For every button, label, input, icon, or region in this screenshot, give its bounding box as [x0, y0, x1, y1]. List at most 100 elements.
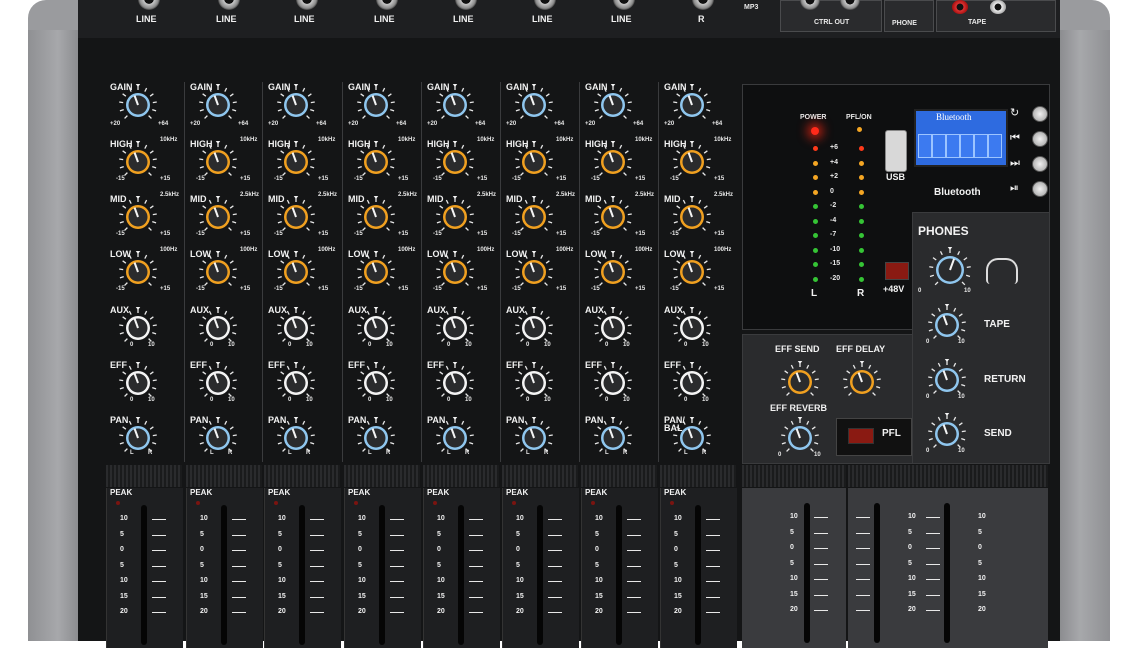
meter-led-right — [859, 189, 864, 195]
usb-label: USB — [886, 172, 906, 182]
fader-scale-tick — [627, 565, 641, 567]
input-jack[interactable] — [218, 0, 240, 10]
fader-scale-tick — [548, 581, 562, 582]
channel-separator — [421, 82, 422, 462]
meter-level-label: +2 — [830, 173, 838, 180]
channel-fader-slot[interactable] — [379, 505, 385, 645]
input-jack[interactable] — [138, 0, 160, 10]
channel-fader-slot[interactable] — [537, 505, 543, 645]
fader-scale-tick — [390, 581, 404, 582]
fader-scale-number: 5 — [437, 561, 441, 569]
bluetooth-previous-button[interactable] — [1032, 131, 1048, 147]
fader-scale-number: 20 — [437, 608, 445, 615]
meter-level-label: -7 — [830, 231, 837, 238]
pan-knob[interactable] — [671, 417, 713, 459]
high-freq-label: 10kHz — [240, 137, 258, 143]
fader-scale-number: 10 — [674, 515, 682, 522]
input-jack[interactable] — [455, 0, 477, 10]
eq-min-label: -15 — [196, 176, 205, 182]
pan-knob[interactable] — [355, 417, 397, 459]
eff-send-knob[interactable] — [779, 361, 821, 403]
meter-led-left — [813, 233, 818, 238]
gain-knob[interactable] — [117, 84, 159, 126]
gain-knob[interactable] — [592, 84, 634, 126]
channel-fader-slot[interactable] — [299, 505, 305, 645]
gain-knob[interactable] — [355, 84, 397, 126]
channel-fader-slot[interactable] — [141, 505, 147, 645]
pan-knob[interactable] — [592, 417, 634, 459]
high-freq-label: 10kHz — [398, 137, 416, 143]
fader-scale-number: 20 — [120, 608, 128, 615]
fader-scale-tick — [310, 581, 324, 582]
channel-fader-slot[interactable] — [221, 505, 227, 645]
input-jack[interactable] — [613, 0, 635, 10]
fader-scale-number: 10 — [200, 577, 208, 584]
fader-scale-number: 15 — [437, 592, 445, 600]
fader-scale-number: 5 — [120, 530, 124, 538]
master-scale-number: 10 — [908, 575, 916, 582]
eff-delay-knob[interactable] — [841, 361, 883, 403]
eq-min-label: -15 — [274, 231, 283, 237]
phones-knob[interactable] — [927, 247, 973, 293]
meter-right-label: R — [857, 288, 865, 299]
eq-min-label: -15 — [670, 286, 679, 292]
send-min-label: 0 — [368, 397, 372, 403]
pan-knob[interactable] — [434, 417, 476, 459]
gain-knob[interactable] — [671, 84, 713, 126]
fader-scale-tick — [232, 550, 246, 551]
channel-fader-slot[interactable] — [458, 505, 464, 645]
high-freq-label: 10kHz — [160, 137, 178, 143]
gain-knob[interactable] — [434, 84, 476, 126]
send-max-label: 10 — [702, 342, 709, 348]
fader-scale-tick — [627, 534, 641, 536]
fader-scale-tick — [627, 550, 641, 551]
fader-scale-number: 20 — [278, 608, 286, 615]
fader-scale-tick — [706, 565, 720, 567]
master-fader-slot[interactable] — [874, 503, 880, 643]
pan-right-label: R — [306, 450, 311, 456]
gain-knob[interactable] — [275, 84, 317, 126]
low-freq-label: 100Hz — [635, 247, 653, 253]
play-pause-icon: ⏯ — [1010, 182, 1019, 194]
phantom-power-switch[interactable] — [885, 262, 909, 280]
master-scale-number: 0 — [978, 544, 982, 551]
tape-max-label: 10 — [958, 339, 965, 345]
tape-jack-red[interactable] — [952, 0, 968, 14]
pfl-switch[interactable] — [848, 428, 874, 444]
fader-scale-tick — [152, 612, 166, 613]
fader-scale-tick — [706, 581, 720, 582]
send-min-label: 0 — [447, 397, 451, 403]
input-jack[interactable] — [376, 0, 398, 10]
bluetooth-repeat-button[interactable] — [1032, 106, 1048, 122]
eq-max-label: +15 — [635, 286, 646, 292]
send-max-label: 10 — [148, 397, 155, 403]
fader-scale-number: 20 — [516, 608, 524, 615]
bluetooth-next-button[interactable] — [1032, 156, 1048, 172]
input-jack[interactable] — [534, 0, 556, 10]
usb-port[interactable] — [885, 130, 907, 172]
bluetooth-play-pause-button[interactable] — [1032, 181, 1048, 197]
input-jack[interactable] — [296, 0, 318, 10]
channel-fader-slot[interactable] — [695, 505, 701, 645]
pan-knob[interactable] — [513, 417, 555, 459]
tape-jack-white[interactable] — [990, 0, 1006, 14]
pan-knob[interactable] — [117, 417, 159, 459]
channel-fader-slot[interactable] — [616, 505, 622, 645]
low-freq-label: 100Hz — [398, 247, 416, 253]
pan-knob[interactable] — [197, 417, 239, 459]
eq-max-label: +15 — [318, 176, 329, 182]
gain-knob[interactable] — [197, 84, 239, 126]
fader-scale-tick — [310, 596, 324, 598]
pan-knob[interactable] — [275, 417, 317, 459]
fader-scale-number: 5 — [595, 561, 599, 569]
fader-scale-number: 0 — [516, 546, 520, 553]
master-fader-slot[interactable] — [944, 503, 950, 643]
return-label: RETURN — [984, 374, 1026, 385]
master-fader-slot[interactable] — [804, 503, 810, 643]
gain-knob[interactable] — [513, 84, 555, 126]
eq-min-label: -15 — [274, 286, 283, 292]
input-jack[interactable] — [692, 0, 714, 10]
eq-max-label: +15 — [240, 176, 251, 182]
meter-led-right — [859, 146, 864, 151]
gain-max-label: +64 — [396, 121, 407, 127]
